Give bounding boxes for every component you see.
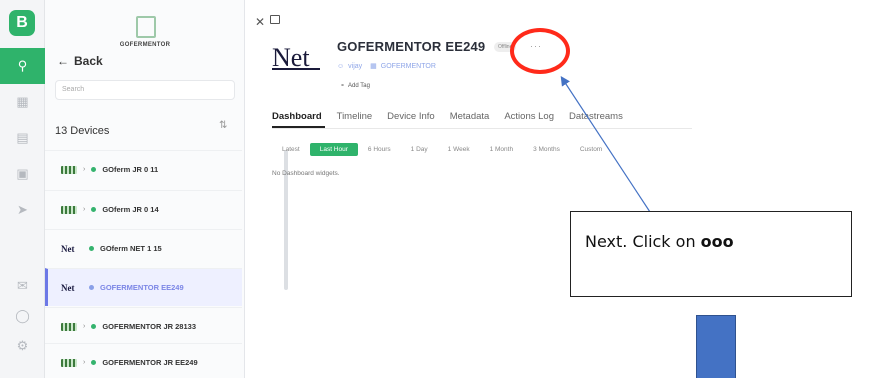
annotation-arrow <box>560 75 651 213</box>
callout-prefix: Next. Click on <box>585 232 701 251</box>
instruction-callout: Next. Click on ooo <box>570 211 852 297</box>
callout-text: Next. Click on ooo <box>585 232 734 251</box>
callout-bold: ooo <box>700 232 734 251</box>
down-arrow-shape <box>696 315 736 378</box>
